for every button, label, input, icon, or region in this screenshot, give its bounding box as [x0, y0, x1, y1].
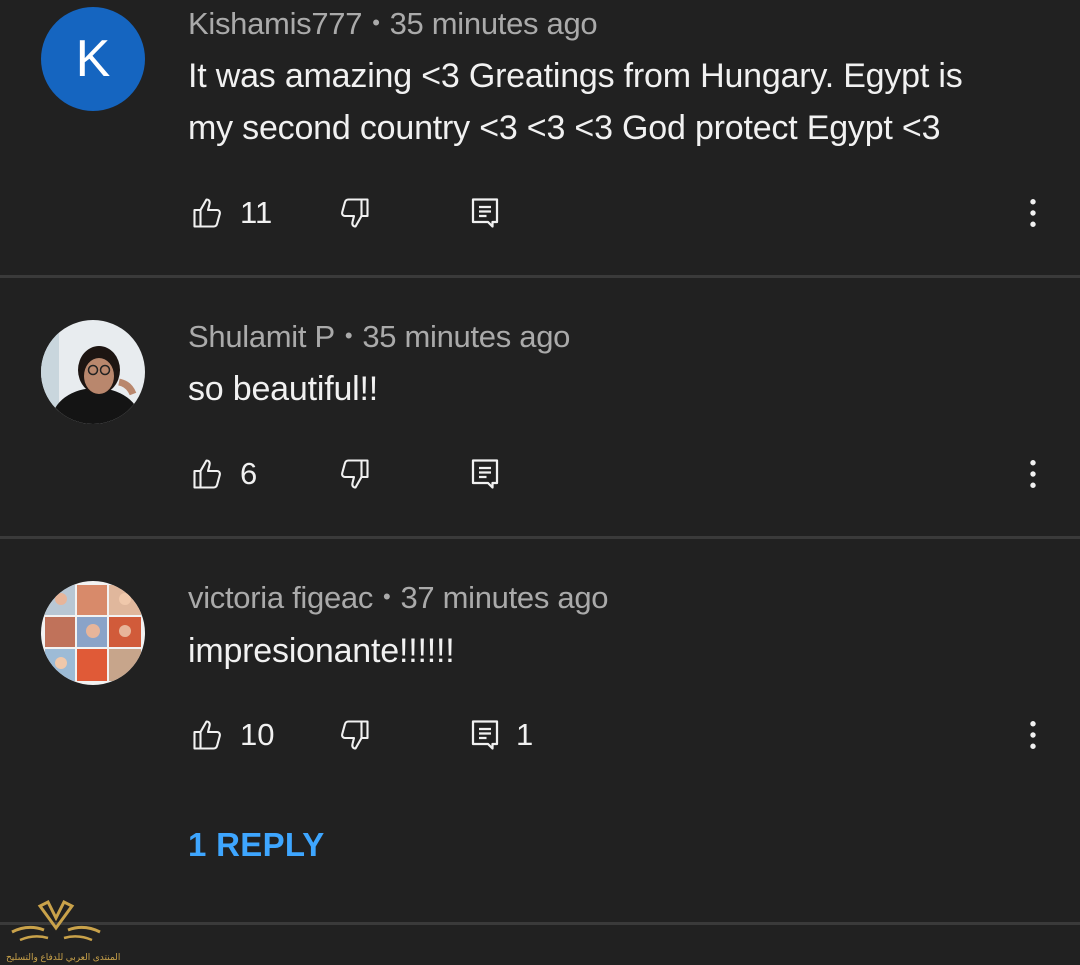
- thumbs-up-icon: [193, 459, 221, 489]
- like-count: 6: [240, 456, 258, 491]
- separator-dot: •: [344, 323, 353, 348]
- comment-text: impresionante!!!!!!: [188, 625, 1048, 677]
- author-name[interactable]: Shulamit P: [188, 319, 335, 354]
- comment-icon: [471, 720, 499, 750]
- comment-text-line: my second country <3 <3 <3 God protect E…: [188, 109, 941, 147]
- reply-button[interactable]: [465, 188, 505, 238]
- more-options-button[interactable]: [1013, 188, 1053, 238]
- comment-meta: Kishamis777 • 35 minutes ago: [188, 6, 598, 42]
- dislike-button[interactable]: [334, 188, 374, 238]
- comment-actions: 11: [0, 188, 1080, 238]
- reply-button[interactable]: [465, 710, 505, 760]
- comment-icon: [471, 198, 499, 228]
- collage-photo-avatar: [41, 581, 145, 685]
- avatar[interactable]: [41, 320, 145, 424]
- comment-time[interactable]: 35 minutes ago: [390, 6, 598, 41]
- separator-dot: •: [383, 584, 391, 609]
- reply-count: 1: [516, 717, 534, 752]
- like-button[interactable]: [188, 449, 228, 499]
- comment-text-line: impresionante!!!!!!: [188, 632, 455, 670]
- comment-text: It was amazing <3 Greatings from Hungary…: [188, 50, 1048, 154]
- comment-time[interactable]: 37 minutes ago: [400, 580, 608, 615]
- avatar[interactable]: [41, 581, 145, 685]
- divider: [0, 536, 1080, 539]
- more-options-button[interactable]: [1013, 710, 1053, 760]
- more-vertical-icon: [1030, 460, 1036, 488]
- divider: [0, 275, 1080, 278]
- comment-time[interactable]: 35 minutes ago: [362, 319, 570, 354]
- author-name[interactable]: Kishamis777: [188, 6, 362, 41]
- like-count: 11: [240, 195, 273, 230]
- divider: [0, 922, 1080, 925]
- like-button[interactable]: [188, 188, 228, 238]
- comments-screen: K Kishamis777 • 35 minutes ago It was amaz…: [0, 0, 1080, 965]
- comment-text-line: so beautiful!!: [188, 370, 378, 408]
- comment-meta: victoria figeac • 37 minutes ago: [188, 580, 609, 616]
- comment-meta: Shulamit P • 35 minutes ago: [188, 319, 570, 355]
- like-count: 10: [240, 717, 275, 752]
- comment-text: so beautiful!!: [188, 363, 1048, 415]
- dislike-button[interactable]: [334, 710, 374, 760]
- thumbs-down-icon: [341, 720, 369, 750]
- thumbs-up-icon: [193, 198, 221, 228]
- comment-actions: 10 1: [0, 710, 1080, 760]
- dislike-button[interactable]: [334, 449, 374, 499]
- separator-dot: •: [372, 10, 380, 35]
- comment-icon: [471, 459, 499, 489]
- more-options-button[interactable]: [1013, 449, 1053, 499]
- thumbs-up-icon: [193, 720, 221, 750]
- more-vertical-icon: [1030, 721, 1036, 749]
- avatar-letter: K: [75, 30, 111, 88]
- view-replies-link[interactable]: 1 REPLY: [188, 826, 325, 864]
- thumbs-down-icon: [341, 459, 369, 489]
- comment-text-line: It was amazing <3 Greatings from Hungary…: [188, 57, 963, 95]
- comment-actions: 6: [0, 449, 1080, 499]
- more-vertical-icon: [1030, 199, 1036, 227]
- reply-button[interactable]: [465, 449, 505, 499]
- user-photo-avatar: [41, 320, 145, 424]
- watermark-text: المنتدى العربي للدفاع والتسليح: [6, 952, 121, 962]
- author-name[interactable]: victoria figeac: [188, 580, 373, 615]
- avatar[interactable]: K: [41, 7, 145, 111]
- thumbs-down-icon: [341, 198, 369, 228]
- like-button[interactable]: [188, 710, 228, 760]
